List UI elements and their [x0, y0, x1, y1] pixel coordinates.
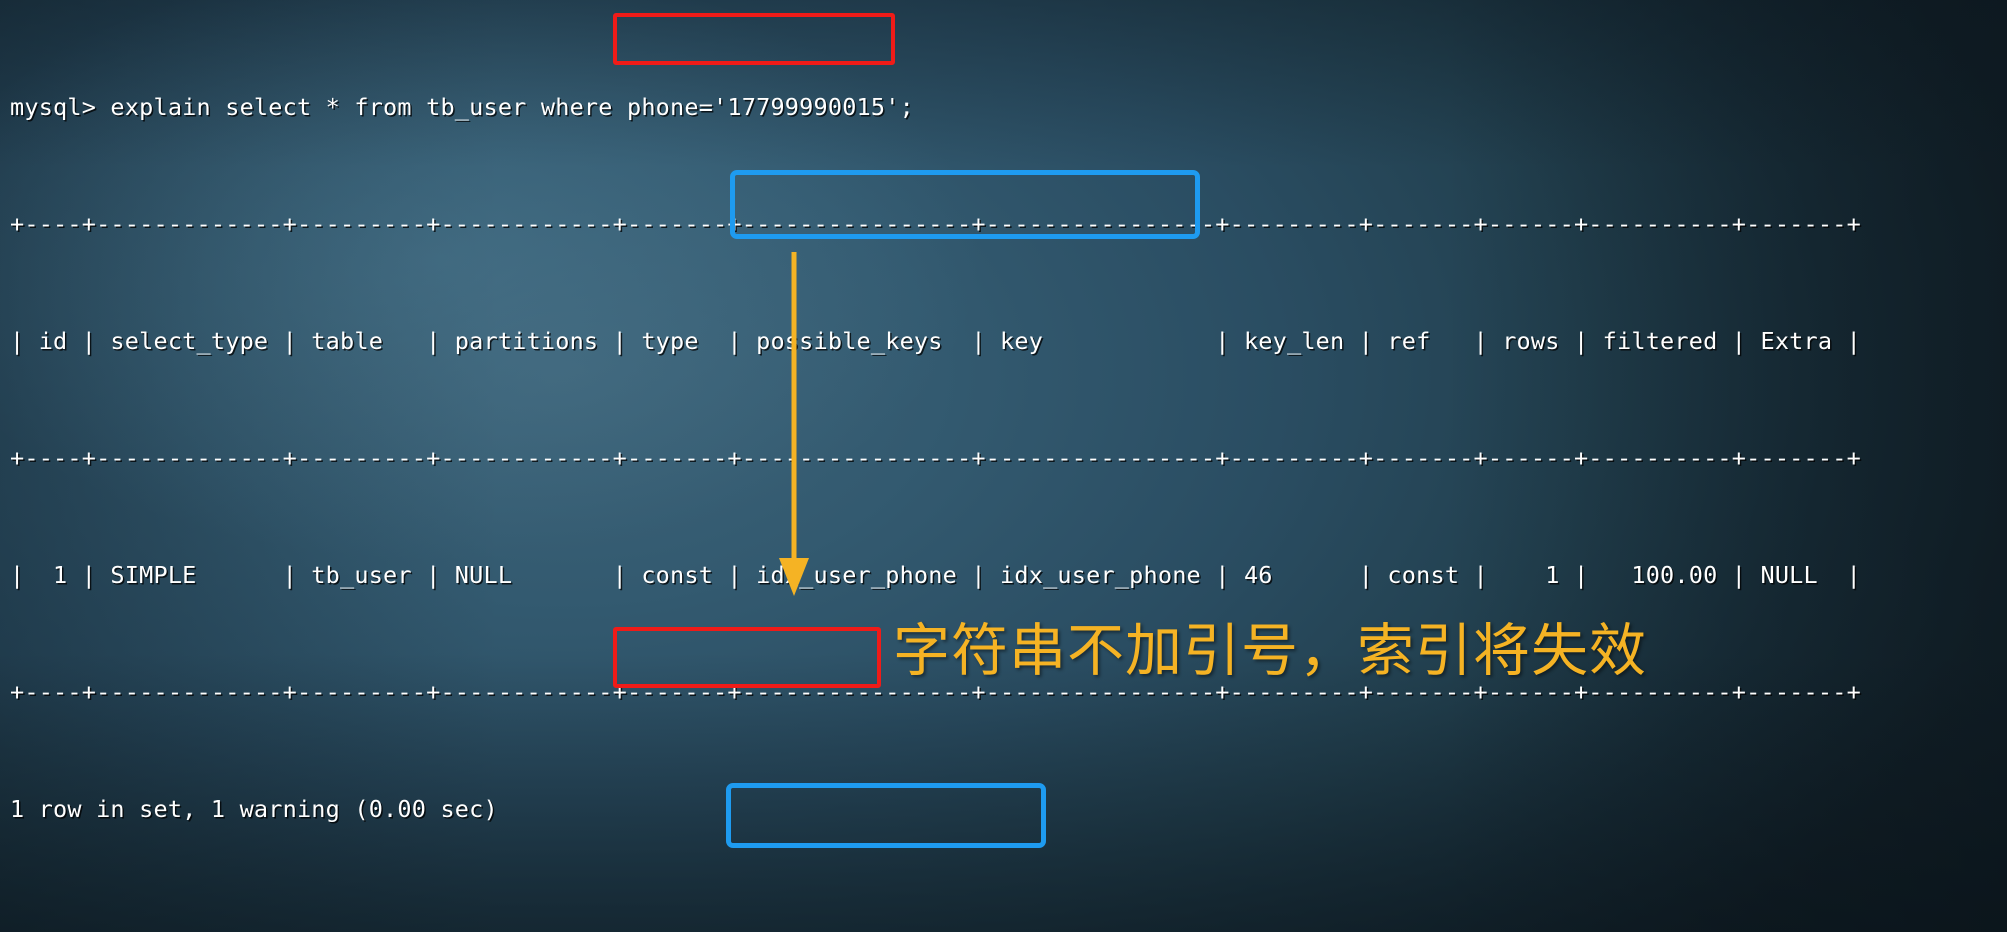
terminal-line: | id | select_type | table | partitions … — [10, 327, 1861, 355]
mysql-terminal-output[interactable]: mysql> explain select * from tb_user whe… — [0, 0, 1861, 932]
terminal-line: mysql> explain select * from tb_user whe… — [10, 93, 914, 121]
terminal-line: 1 row in set, 1 warning (0.00 sec) — [10, 795, 498, 823]
annotation-note-text: 字符串不加引号，索引将失效 — [893, 618, 1647, 684]
desktop-screen: mysql> explain select * from tb_user whe… — [0, 0, 2007, 932]
terminal-line: | 1 | SIMPLE | tb_user | NULL | const | … — [10, 561, 1861, 589]
terminal-line: +----+-------------+---------+----------… — [10, 444, 1861, 472]
terminal-line: +----+-------------+---------+----------… — [10, 210, 1861, 238]
